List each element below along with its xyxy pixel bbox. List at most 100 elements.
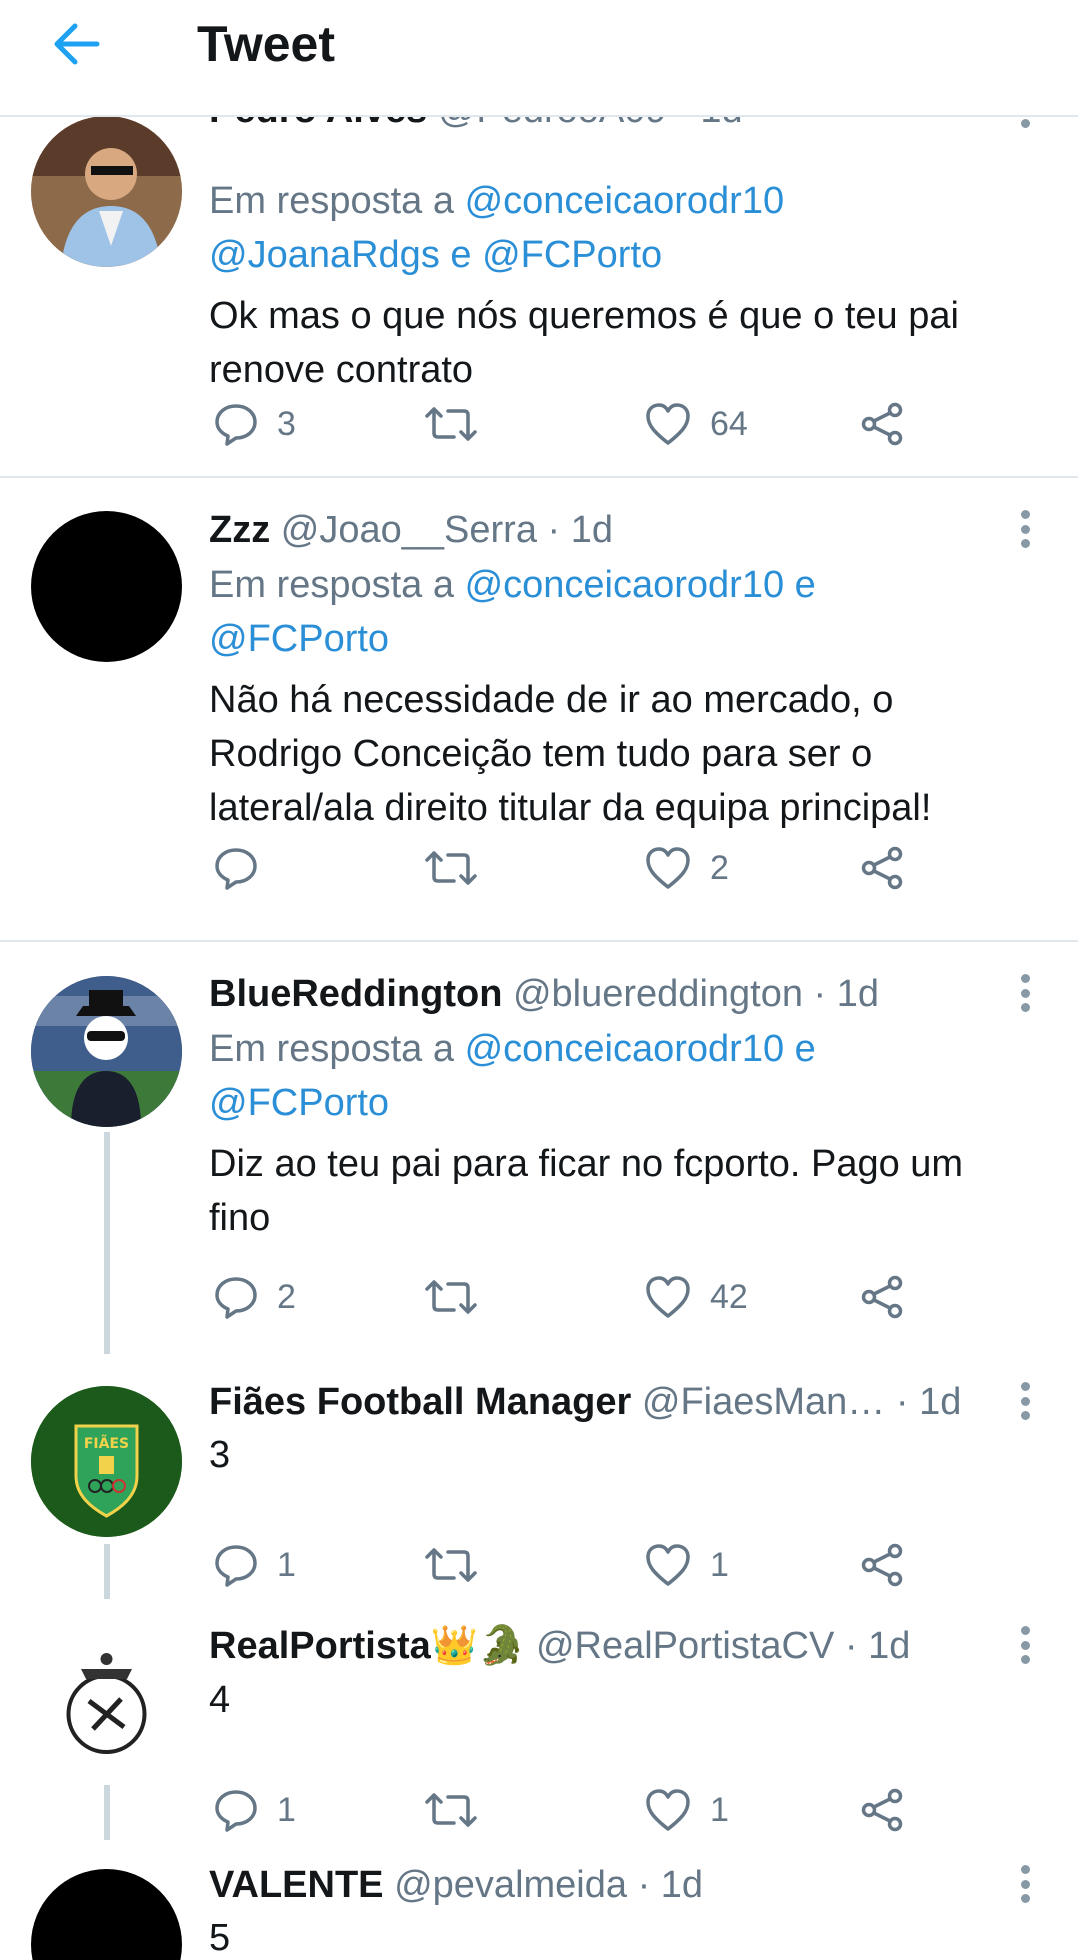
reply-icon (215, 1545, 257, 1587)
retweet-icon (425, 851, 477, 885)
tweet[interactable]: Pedro Alves @PedrooA09 · 1d Em resposta … (0, 89, 1078, 478)
mention-link[interactable]: @conceicaorodr10 e (465, 1028, 816, 1070)
avatar[interactable] (31, 976, 182, 1127)
tweet-actions: 1 1 (209, 1537, 969, 1593)
tweet-header: Zzz @Joao__Serra · 1d (209, 502, 978, 558)
mention-link[interactable]: @JoanaRdgs (209, 234, 440, 276)
tweet-actions: 2 (209, 840, 969, 896)
thread-connector (104, 1785, 110, 1840)
mention-link[interactable]: @FCPorto (482, 234, 662, 276)
more-vertical-icon (1020, 1382, 1030, 1391)
share-button[interactable] (859, 1537, 905, 1593)
retweet-icon (425, 1548, 477, 1582)
reply-icon (215, 404, 257, 446)
retweet-icon (425, 1793, 477, 1827)
more-vertical-icon (1020, 1626, 1030, 1635)
mention-link[interactable]: @FCPorto (209, 1082, 389, 1124)
tweet-header: BlueReddington @bluereddington · 1d (209, 966, 978, 1022)
display-name[interactable]: VALENTE (209, 1864, 384, 1906)
display-name[interactable]: Zzz (209, 509, 270, 551)
tweet[interactable]: FIÃES Fiães Football Manager @FiaesMan… … (0, 1352, 1078, 1599)
more-options-button[interactable] (1010, 504, 1040, 554)
heart-icon (646, 1276, 690, 1318)
retweet-button[interactable] (424, 1537, 478, 1593)
retweet-button[interactable] (424, 840, 478, 896)
more-options-button[interactable] (1010, 1620, 1040, 1670)
share-button[interactable] (859, 396, 905, 452)
tweet-header: RealPortista👑🐊 @RealPortistaCV · 1d (209, 1618, 978, 1674)
handle[interactable]: @bluereddington (513, 973, 803, 1015)
reply-icon (215, 1790, 257, 1832)
avatar[interactable] (31, 116, 182, 267)
tweet[interactable]: Zzz @Joao__Serra · 1d Em resposta a @con… (0, 478, 1078, 942)
reply-icon (215, 848, 257, 890)
tweet-actions: 2 42 (209, 1269, 969, 1325)
tweet-text: Não há necessidade de ir ao mercado, o R… (209, 679, 932, 829)
avatar[interactable] (31, 1629, 182, 1780)
handle[interactable]: @FiaesMan… (642, 1381, 885, 1423)
display-name[interactable]: BlueReddington (209, 973, 502, 1015)
tweet-header: Fiães Football Manager @FiaesMan… · 1d (209, 1374, 978, 1430)
mention-link[interactable]: @conceicaorodr10 (465, 180, 785, 222)
back-button[interactable] (46, 14, 106, 74)
tweet-header: VALENTE @pevalmeida · 1d (209, 1857, 978, 1913)
reply-button[interactable] (213, 840, 277, 896)
reply-button[interactable]: 1 (213, 1537, 296, 1593)
share-icon (861, 846, 903, 890)
like-button[interactable]: 1 (644, 1537, 729, 1593)
arrow-left-icon (54, 23, 100, 65)
like-count: 42 (710, 1277, 748, 1316)
retweet-button[interactable] (424, 1269, 478, 1325)
reply-button[interactable]: 2 (213, 1269, 296, 1325)
more-options-button[interactable] (1010, 968, 1040, 1018)
like-button[interactable]: 1 (644, 1782, 729, 1838)
timestamp: · 1d (895, 1381, 962, 1423)
more-options-button[interactable] (1010, 1859, 1040, 1909)
timestamp: · 1d (637, 1864, 704, 1906)
display-name[interactable]: RealPortista👑🐊 (209, 1625, 525, 1667)
avatar[interactable] (31, 1869, 182, 1960)
heart-icon (646, 403, 690, 445)
share-button[interactable] (859, 1782, 905, 1838)
reply-count: 2 (277, 1277, 296, 1316)
handle[interactable]: @Joao__Serra (281, 509, 537, 551)
thread-connector (104, 1132, 110, 1354)
reply-button[interactable]: 1 (213, 1782, 296, 1838)
tweet-text: 3 (209, 1434, 231, 1476)
like-button[interactable]: 2 (644, 840, 729, 896)
retweet-icon (425, 407, 477, 441)
avatar[interactable] (31, 511, 182, 662)
reply-count: 3 (277, 404, 296, 443)
tweet[interactable]: RealPortista👑🐊 @RealPortistaCV · 1d 4 1 … (0, 1597, 1078, 1840)
like-count: 1 (710, 1545, 729, 1584)
tweet[interactable]: VALENTE @pevalmeida · 1d 5 (0, 1837, 1078, 1960)
share-icon (861, 1788, 903, 1832)
reply-button[interactable]: 3 (213, 396, 296, 452)
tweet[interactable]: BlueReddington @bluereddington · 1d Em r… (0, 942, 1078, 1354)
retweet-icon (425, 1280, 477, 1314)
share-button[interactable] (859, 1269, 905, 1325)
heart-icon (646, 1544, 690, 1586)
like-count: 2 (710, 848, 729, 887)
like-button[interactable]: 42 (644, 1269, 748, 1325)
retweet-button[interactable] (424, 396, 478, 452)
heart-icon (646, 1789, 690, 1831)
handle[interactable]: @RealPortistaCV (536, 1625, 834, 1667)
mention-link[interactable]: @FCPorto (209, 618, 389, 660)
reply-context: Em resposta a @conceicaorodr10 @JoanaRdg… (209, 180, 785, 276)
like-button[interactable]: 64 (644, 396, 748, 452)
mention-link[interactable]: @conceicaorodr10 e (465, 564, 816, 606)
tweet-text: 4 (209, 1679, 231, 1721)
share-button[interactable] (859, 840, 905, 896)
reply-context: Em resposta a @conceicaorodr10 e @FCPort… (209, 1028, 816, 1124)
reply-icon (215, 1277, 257, 1319)
more-options-button[interactable] (1010, 1376, 1040, 1426)
retweet-button[interactable] (424, 1782, 478, 1838)
avatar[interactable]: FIÃES (31, 1386, 182, 1537)
share-icon (861, 1543, 903, 1587)
top-app-bar: Tweet (0, 0, 1078, 117)
reply-context: Em resposta a @conceicaorodr10 e @FCPort… (209, 564, 816, 660)
display-name[interactable]: Fiães Football Manager (209, 1381, 631, 1423)
handle[interactable]: @pevalmeida (394, 1864, 627, 1906)
reply-count: 1 (277, 1790, 296, 1829)
